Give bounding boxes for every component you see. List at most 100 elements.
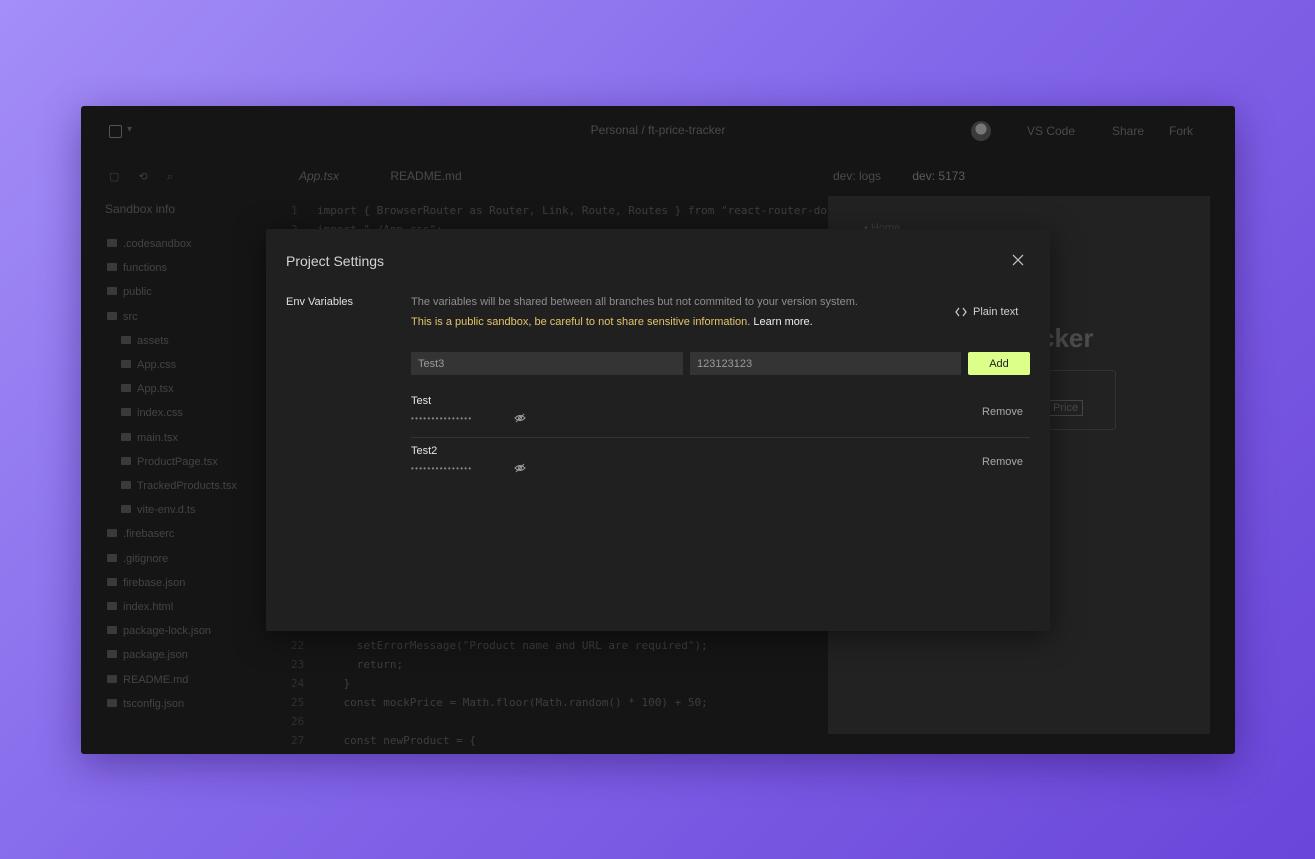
code-brackets-icon [955,307,967,317]
env-variable-row: Test2 ••••••••••••••• Remove [411,445,1030,491]
tab-dev-logs[interactable]: dev: logs [833,169,881,183]
file-tree-item[interactable]: TrackedProducts.tsx [121,480,237,492]
file-name: App.tsx [137,383,174,396]
eye-off-icon[interactable] [514,413,526,423]
sandbox-info-title[interactable]: Sandbox info [105,202,175,216]
file-tree-item[interactable]: functions [107,262,167,274]
tab-app-tsx[interactable]: App.tsx [299,169,339,183]
file-tree-item[interactable]: assets [121,335,169,347]
file-tree-item[interactable]: public [107,286,152,298]
code-text: import { BrowserRouter as Router, Link, … [317,204,827,217]
code-text: } [317,677,351,690]
file-tree-item[interactable]: index.css [121,407,183,419]
braces-icon [107,626,117,635]
explorer-toolbar-icons[interactable]: ▢ ⟲ ⌕ [109,170,181,184]
avatar[interactable] [971,121,991,141]
file-icon [107,553,117,562]
hash-icon [121,360,131,368]
code-line: 24 } [291,674,708,693]
file-tree-item[interactable]: package-lock.json [107,625,211,637]
line-number: 26 [291,715,305,728]
braces-icon [107,650,117,659]
code-icon [121,456,131,465]
file-tree-item[interactable]: vite-env.d.ts [121,504,196,516]
folder-icon [107,287,117,296]
folder-icon [107,239,117,247]
file-name: package.json [123,649,188,662]
line-number: 25 [291,696,305,709]
plain-text-toggle[interactable]: Plain text [955,306,1018,318]
file-name: src [123,310,138,323]
line-number: 23 [291,658,305,671]
code-text: const mockPrice = Math.floor(Math.random… [317,696,708,709]
file-name: tsconfig.json [123,697,185,710]
file-name: assets [137,334,169,347]
file-name: App.css [137,359,177,371]
braces-icon [107,577,117,586]
tab-readme[interactable]: README.md [390,169,461,183]
code-line: 27 const newProduct = { [291,731,708,750]
file-icon [107,529,117,538]
fork-button[interactable]: Fork [1169,124,1193,138]
file-tree-item[interactable]: .gitignore [107,553,168,565]
file-tree-item[interactable]: src [107,311,138,323]
file-tree-item[interactable]: README.md [107,674,188,686]
share-button[interactable]: Share [1112,124,1144,138]
file-name: firebase.json [123,576,186,589]
file-name: ProductPage.tsx [137,455,218,468]
file-tree-item[interactable]: App.tsx [121,383,174,395]
file-name: README.md [123,673,189,686]
file-name: package-lock.json [123,625,212,638]
code-line: 22 setErrorMessage("Product name and URL… [291,636,708,655]
hash-icon [121,408,131,417]
remove-variable-button[interactable]: Remove [982,456,1023,468]
line-number: 22 [291,639,305,652]
learn-more-link[interactable]: Learn more. [753,316,812,328]
line-number: 1 [291,204,298,217]
file-tree-item[interactable]: .codesandbox [107,238,192,250]
remove-variable-button[interactable]: Remove [982,406,1023,418]
vscode-button[interactable]: VS Code [1027,124,1075,138]
file-tree-item[interactable]: package.json [107,649,188,661]
folder-icon [107,263,117,272]
code-line: 23 return; [291,655,708,674]
code-icon [121,432,131,441]
add-variable-button[interactable]: Add [968,352,1030,375]
env-description: The variables will be shared between all… [411,296,858,308]
file-tree-item[interactable]: index.html [107,601,173,613]
file-tree-item[interactable]: tsconfig.json [107,698,184,710]
folder-open-icon [107,311,117,320]
env-variable-name: Test2 [411,445,438,457]
eye-off-icon[interactable] [514,463,526,473]
line-number: 24 [291,677,305,690]
code-line: 26 [291,712,708,731]
code-icon [121,384,131,393]
code-text: return; [317,658,404,671]
code-icon [121,481,131,489]
plain-text-label: Plain text [973,306,1019,318]
public-sandbox-warning: This is a public sandbox, be careful to … [411,316,813,328]
row-divider [411,437,1030,438]
code-text: setErrorMessage("Product name and URL ar… [317,639,708,652]
file-tree-item[interactable]: .firebaserc [107,528,174,540]
file-tree-item[interactable]: ProductPage.tsx [121,456,218,468]
file-icon [121,505,131,514]
file-tree-item[interactable]: App.css [121,359,176,371]
code-line: 25 const mockPrice = Math.floor(Math.ran… [291,693,708,712]
env-value-input[interactable] [690,352,961,375]
modal-title: Project Settings [286,253,385,269]
close-icon[interactable] [1011,253,1025,267]
file-tree-item[interactable]: main.tsx [121,432,178,444]
project-settings-modal: Project Settings Env Variables The varia… [266,229,1050,631]
file-name: public [123,286,152,299]
code-editor-bottom[interactable]: 22 setErrorMessage("Product name and URL… [291,636,708,750]
tab-dev-5173[interactable]: dev: 5173 [912,169,965,183]
file-name: index.html [123,601,174,613]
file-name: .firebaserc [123,528,175,541]
file-icon [107,674,117,683]
env-name-input[interactable] [411,352,683,375]
file-tree-item[interactable]: firebase.json [107,577,185,589]
file-name: main.tsx [137,431,178,444]
nav-env-variables[interactable]: Env Variables [286,296,353,308]
preview-price-button[interactable]: Price [1048,400,1084,416]
